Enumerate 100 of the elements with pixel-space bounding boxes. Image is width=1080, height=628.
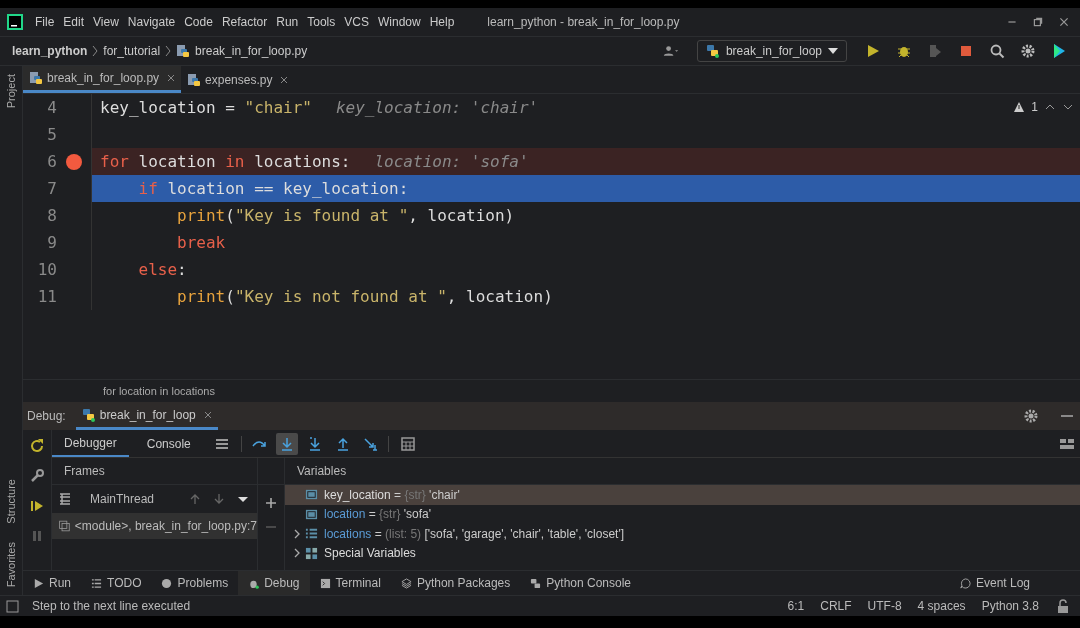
run-configuration-dropdown[interactable]: break_in_for_loop — [696, 40, 847, 62]
menu-item[interactable]: Code — [184, 15, 213, 29]
frame-icon — [58, 519, 71, 533]
close-icon[interactable] — [1058, 16, 1070, 28]
wrench-icon[interactable] — [29, 468, 45, 484]
breakpoint-icon[interactable] — [66, 153, 82, 170]
frame-item[interactable]: <module>, break_in_for_loop.py:7 — [52, 513, 257, 539]
resume-icon[interactable] — [29, 498, 45, 514]
close-icon[interactable] — [167, 74, 176, 82]
menu-item[interactable]: View — [93, 15, 119, 29]
favorites-tool-tab[interactable]: Favorites — [5, 541, 17, 587]
problems-icon — [161, 577, 173, 589]
python-file-icon — [187, 72, 202, 87]
variable-row[interactable]: location = {str} 'sofa' — [285, 504, 1080, 524]
menu-item[interactable]: Refactor — [221, 15, 268, 29]
tool-window-tab[interactable]: Problems — [151, 571, 239, 595]
search-icon[interactable] — [989, 43, 1005, 59]
line-number: 4 — [46, 98, 57, 117]
event-log-tab[interactable]: Event Log — [949, 571, 1040, 595]
code-token: in — [225, 152, 246, 171]
restore-icon[interactable] — [1032, 16, 1044, 28]
expand-icon[interactable] — [294, 528, 300, 539]
code-token: for — [100, 152, 130, 171]
debug-label: Debug: — [27, 409, 66, 423]
status-item[interactable]: 6:1 — [787, 599, 805, 613]
line-number: 6 — [46, 152, 57, 171]
variable-row[interactable]: key_location = {str} 'chair' — [285, 485, 1080, 505]
project-tool-tab[interactable]: Project — [5, 74, 17, 109]
grid-icon — [305, 546, 318, 560]
code-breadcrumb[interactable]: for location in locations — [103, 385, 215, 397]
python-icon — [705, 44, 720, 58]
tool-window-tab[interactable]: Python Console — [520, 571, 642, 595]
status-item[interactable]: 4 spaces — [917, 599, 966, 613]
variable-row[interactable]: locations = (list: 5) ['sofa', 'garage', 'chair', 'table', 'closet'] — [285, 524, 1080, 544]
line-number: 8 — [46, 206, 57, 225]
thread-name[interactable]: MainThread — [90, 492, 155, 506]
menu-item[interactable]: Edit — [63, 15, 85, 29]
tool-window-tab[interactable]: Python Packages — [390, 571, 521, 595]
tool-window-tab[interactable]: Terminal — [309, 571, 391, 595]
settings-icon[interactable] — [1023, 408, 1039, 424]
run-to-cursor-icon — [362, 435, 379, 452]
rerun-icon[interactable] — [29, 438, 45, 454]
settings-icon[interactable] — [1020, 43, 1036, 59]
code-token: , location) — [446, 287, 553, 306]
stop-icon[interactable] — [958, 43, 974, 59]
menu-item[interactable]: Tools — [307, 15, 336, 29]
code-token: print — [176, 287, 226, 306]
menu-item[interactable]: File — [35, 15, 55, 29]
close-icon[interactable] — [203, 410, 212, 419]
todo-icon — [91, 577, 102, 589]
packages-icon — [400, 577, 412, 589]
breadcrumb-item[interactable]: for_tutorial — [103, 44, 161, 58]
menu-item[interactable]: Window — [377, 15, 421, 29]
lock-icon[interactable] — [1055, 598, 1071, 614]
code-token: ( — [225, 287, 235, 306]
status-item[interactable]: CRLF — [820, 599, 852, 613]
plugin-logo-icon[interactable] — [1051, 43, 1067, 59]
app-logo-icon — [7, 14, 23, 30]
code-token: "Key is not found at " — [234, 287, 447, 306]
line-number: 10 — [36, 260, 57, 279]
code-token: key_location = — [100, 98, 236, 117]
tool-window-tab[interactable]: Debug — [238, 571, 310, 595]
calculator-icon[interactable] — [399, 435, 416, 452]
menu-item[interactable]: Run — [276, 15, 299, 29]
menu-item[interactable]: Navigate — [127, 15, 176, 29]
debug-session-tab[interactable]: break_in_for_loop — [75, 402, 218, 430]
frames-header: Frames — [52, 458, 257, 485]
close-icon[interactable] — [280, 75, 289, 84]
variable-row[interactable]: Special Variables — [285, 543, 1080, 563]
code-token: "Key is found at " — [234, 206, 409, 225]
structure-tool-tab[interactable]: Structure — [5, 479, 17, 524]
expand-icon[interactable] — [294, 548, 300, 559]
add-icon[interactable] — [265, 497, 277, 509]
code-token: key_location: 'chair' — [335, 98, 539, 117]
user-icon[interactable] — [662, 43, 679, 59]
debugger-tab[interactable]: Debugger — [52, 430, 129, 457]
step-button[interactable] — [275, 432, 298, 455]
console-icon — [530, 577, 542, 589]
arrow-down-icon[interactable] — [213, 493, 225, 505]
code-token: location — [138, 152, 217, 171]
status-item[interactable]: UTF-8 — [867, 599, 902, 613]
breadcrumb-item[interactable]: learn_python — [12, 44, 88, 58]
tool-window-tab[interactable]: TODO — [81, 571, 152, 595]
arrow-up-icon[interactable] — [189, 493, 201, 505]
status-item[interactable]: Python 3.8 — [981, 599, 1039, 613]
line-number: 5 — [46, 125, 57, 144]
editor-tab[interactable]: expenses.py — [181, 66, 295, 93]
warning-icon[interactable] — [1013, 101, 1026, 113]
debugger-tab[interactable]: Console — [134, 430, 203, 457]
menu-item[interactable]: VCS — [344, 15, 369, 29]
run-icon[interactable] — [865, 43, 881, 59]
panel-toggle-icon[interactable] — [5, 598, 21, 614]
variable-icon — [305, 507, 318, 521]
warning-count[interactable]: 1 — [1031, 100, 1038, 114]
menu-item[interactable]: Help — [429, 15, 455, 29]
breadcrumb-item[interactable]: break_in_for_loop.py — [195, 44, 308, 58]
editor-tab[interactable]: break_in_for_loop.py — [23, 66, 182, 93]
tool-window-tab[interactable]: Run — [23, 571, 81, 595]
code-token: : — [177, 260, 187, 279]
line-number: 7 — [46, 179, 57, 198]
